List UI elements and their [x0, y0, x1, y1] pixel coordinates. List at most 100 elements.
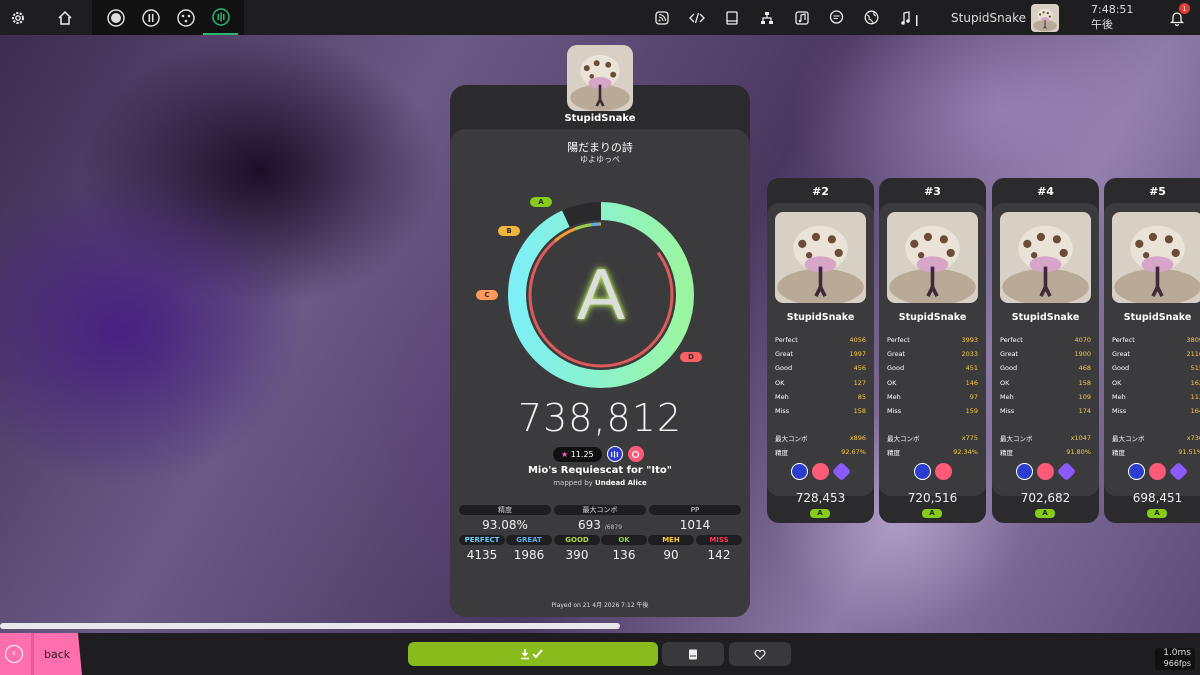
mod-blue-icon[interactable]: [1016, 463, 1033, 480]
back-button[interactable]: ‹ back: [0, 633, 82, 675]
mod-red-icon[interactable]: [1037, 463, 1054, 480]
stat-row: OK 127: [775, 376, 866, 390]
played-on: Played on 21 4月 2026 7:12 午後: [551, 602, 649, 609]
stat-row: Great 2116: [1112, 347, 1200, 361]
mod-red-icon[interactable]: [934, 463, 952, 480]
stat-label: OK: [887, 378, 897, 387]
leaderboard-card[interactable]: #3 StupidSnake Perfect 3993 Great 2033 Good 451…: [879, 178, 986, 523]
heart-icon: [754, 649, 766, 660]
hit-stats: Perfect 4070 Great 1900 Good 468 OK 158 Meh 109 Mi…: [1000, 333, 1091, 418]
stat-value: 158: [853, 407, 866, 416]
stat-row: Perfect 4070: [1000, 333, 1091, 347]
gear-icon[interactable]: [0, 0, 35, 35]
avatar[interactable]: [1112, 212, 1200, 303]
accuracy-value: 91.80%: [1066, 448, 1091, 457]
notebook-button[interactable]: [662, 642, 724, 666]
sitemap-icon[interactable]: [749, 0, 784, 35]
max-combo-value: x736: [1186, 434, 1200, 443]
avatar[interactable]: [567, 45, 633, 111]
code-icon[interactable]: [679, 0, 714, 35]
avatar[interactable]: [1000, 212, 1091, 303]
stat-row: Miss 159: [887, 404, 978, 418]
circle-icon[interactable]: [98, 0, 133, 35]
download-check-icon: [521, 649, 543, 660]
score: 702,682: [1020, 491, 1071, 505]
leaderboard-card[interactable]: #2 StupidSnake Perfect 4056 Great 1997 Good 456…: [767, 178, 874, 523]
accuracy-stat: 精度 93.08%: [459, 505, 551, 532]
mod-red-icon[interactable]: [1149, 463, 1166, 480]
leaderboard-card[interactable]: #5 StupidSnake Perfect 3809 Great 2116 Good 515…: [1104, 178, 1200, 523]
book-icon[interactable]: [714, 0, 749, 35]
max-combo-label: 最大コンボ: [554, 505, 646, 515]
mod-purple-icon[interactable]: [1056, 461, 1077, 482]
beatmap-mapper: mapped by Undead Alice: [450, 479, 750, 487]
stat-row: Good 468: [1000, 361, 1091, 375]
stat-value: 164: [1190, 407, 1200, 416]
chat-icon[interactable]: [819, 0, 854, 35]
stat-value: 1997: [849, 350, 866, 359]
stat-value: 3993: [961, 336, 978, 345]
hit-value: 4135: [466, 548, 498, 562]
rss-icon[interactable]: [644, 0, 679, 35]
song-title: 陽だまりの詩: [567, 141, 633, 154]
stat-row: Perfect 4056: [775, 333, 866, 347]
mapped-by-label: mapped by: [553, 479, 593, 487]
stat-row: Great 1997: [775, 347, 866, 361]
stat-label: Good: [775, 364, 793, 373]
score: 728,453: [795, 491, 846, 505]
hit-value: 390: [565, 548, 589, 562]
bars-circle-icon[interactable]: [203, 0, 238, 35]
bell-icon[interactable]: 1: [1159, 0, 1194, 35]
mod-red-icon[interactable]: [627, 446, 644, 462]
avatar[interactable]: [887, 212, 978, 303]
stat-label: Perfect: [1000, 336, 1023, 345]
user-profile[interactable]: StupidSnake: [951, 3, 1059, 32]
avatar: [1031, 3, 1059, 32]
music-note-square-icon[interactable]: [784, 0, 819, 35]
favourite-button[interactable]: [729, 642, 791, 666]
mod-purple-icon[interactable]: [1168, 461, 1189, 482]
stat-value: 146: [965, 378, 978, 387]
download-button[interactable]: [408, 642, 658, 666]
leaderboard-card[interactable]: #4 StupidSnake Perfect 4070 Great 1900 Good 468…: [992, 178, 1099, 523]
grade-badge: A: [810, 509, 830, 518]
stat-label: Good: [1112, 364, 1130, 373]
stat-label: Miss: [775, 407, 790, 416]
accuracy-label: 精度: [887, 449, 900, 458]
stat-label: Meh: [1112, 392, 1126, 401]
star-rating-badge: ★ 11.25: [553, 446, 602, 462]
pause-circle-icon[interactable]: [133, 0, 168, 35]
player-name: StupidSnake: [1011, 312, 1080, 323]
hit-label: GREAT: [506, 535, 552, 545]
stat-row: Meh 109: [1000, 390, 1091, 404]
mod-mania-icon[interactable]: [606, 446, 623, 462]
stat-value: 127: [853, 378, 866, 387]
stat-value: 159: [965, 407, 978, 416]
stat-row: Perfect 3809: [1112, 333, 1200, 347]
home-icon[interactable]: [47, 0, 82, 35]
music-icon[interactable]: [889, 0, 931, 35]
stat-value: 113: [1190, 392, 1200, 401]
mod-red-icon[interactable]: [812, 463, 829, 480]
hit-label: MEH: [648, 535, 694, 545]
leaderboard-card-body: StupidSnake Perfect 4056 Great 1997 Good 456 OK…: [767, 203, 874, 496]
mod-purple-icon[interactable]: [831, 461, 852, 482]
mod-blue-icon[interactable]: [1128, 463, 1145, 480]
stat-value: 162: [1190, 378, 1200, 387]
total-score: 738,812: [517, 396, 683, 440]
dots-circle-icon[interactable]: [168, 0, 203, 35]
horizontal-scrollbar[interactable]: [0, 623, 620, 629]
score: 698,451: [1132, 491, 1183, 505]
max-combo-stat: 最大コンボ 693 /6879: [554, 505, 646, 532]
player-name: StupidSnake: [786, 312, 855, 323]
max-combo-value: x896: [849, 434, 866, 443]
stat-row: Great 1900: [1000, 347, 1091, 361]
hit-meh: MEH 90: [648, 535, 694, 562]
avatar[interactable]: [775, 212, 866, 303]
rank-tag-b: B: [498, 226, 520, 236]
mod-blue-icon[interactable]: [791, 463, 808, 480]
grade-badge: A: [1147, 509, 1167, 518]
chevron-left-icon: ‹: [5, 645, 23, 663]
mod-blue-icon[interactable]: [913, 463, 931, 480]
globe-icon[interactable]: [854, 0, 889, 35]
